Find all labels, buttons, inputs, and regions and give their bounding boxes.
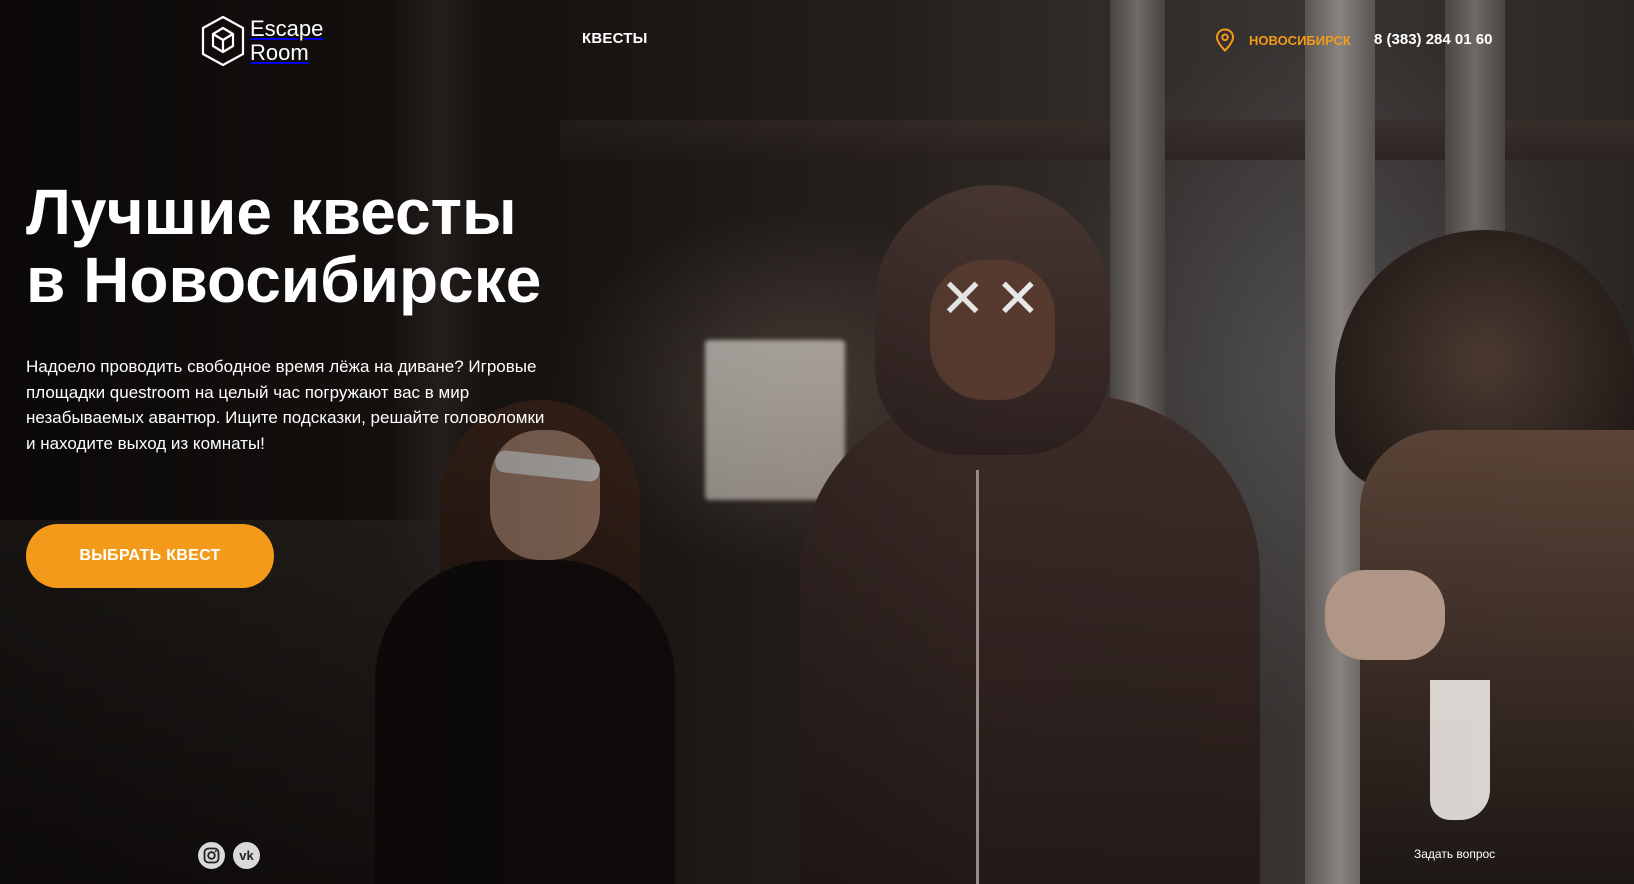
vk-link[interactable]: vk bbox=[233, 842, 260, 869]
hero-title: Лучшие квесты в Новосибирске bbox=[26, 176, 542, 316]
instagram-link[interactable] bbox=[198, 842, 225, 869]
instagram-icon bbox=[203, 847, 220, 864]
hero-description: Надоело проводить свободное время лёжа н… bbox=[26, 357, 545, 453]
city-selector[interactable]: НОВОСИБИРСК bbox=[1215, 28, 1351, 52]
city-label: НОВОСИБИРСК bbox=[1249, 32, 1351, 48]
logo[interactable]: Escape Room bbox=[200, 14, 323, 68]
social-links: vk bbox=[198, 842, 260, 869]
location-pin-icon bbox=[1215, 28, 1235, 52]
choose-quest-button[interactable]: ВЫБРАТЬ КВЕСТ bbox=[26, 524, 274, 588]
phone-link[interactable]: 8 (383) 284 01 60 bbox=[1374, 31, 1492, 48]
ask-question-link[interactable]: Задать вопрос bbox=[1414, 847, 1495, 861]
vk-icon: vk bbox=[239, 848, 254, 863]
cube-icon bbox=[201, 15, 245, 67]
logo-text: Escape Room bbox=[250, 16, 324, 65]
nav-quests-link[interactable]: КВЕСТЫ bbox=[582, 30, 648, 47]
